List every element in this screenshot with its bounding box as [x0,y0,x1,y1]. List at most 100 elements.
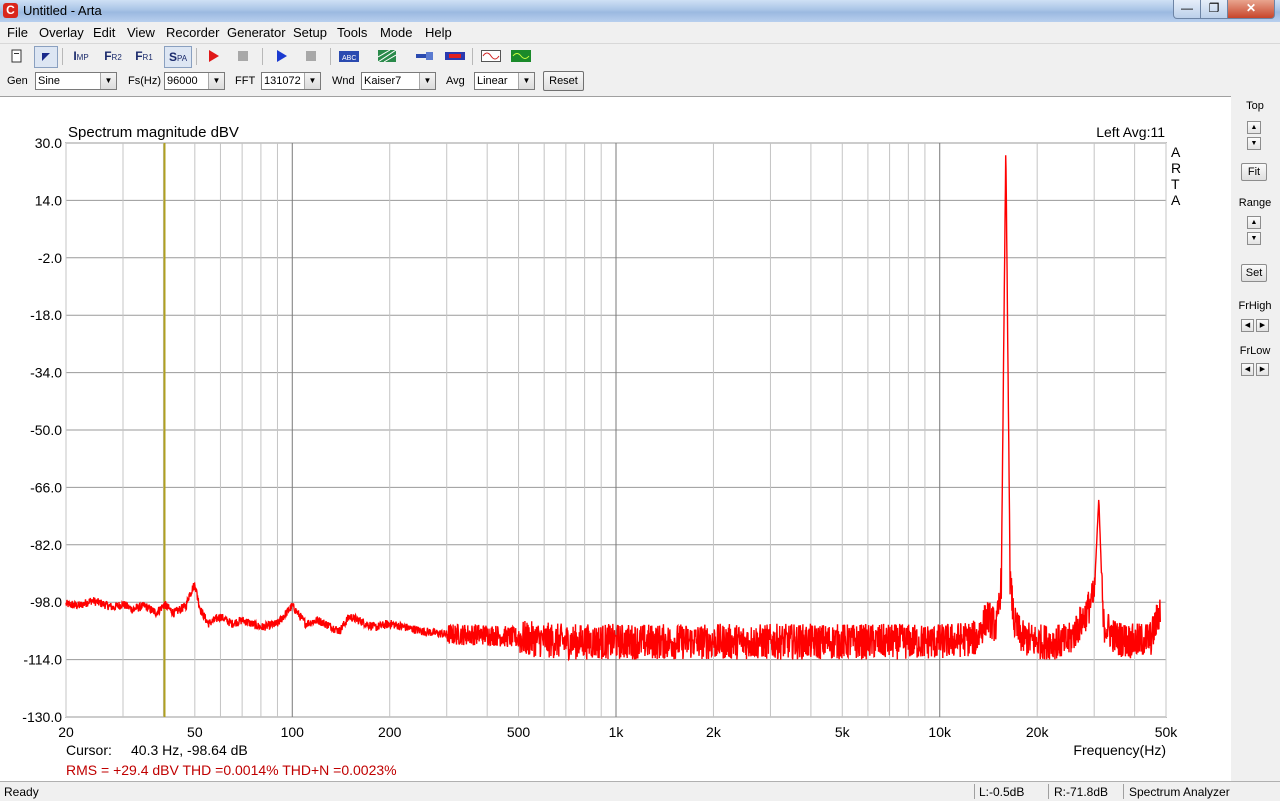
menu-bar: File Overlay Edit View Recorder Generato… [0,22,1280,42]
menu-overlay[interactable]: Overlay [39,25,84,40]
cursor-label: Cursor: [66,742,112,758]
chevron-down-icon: ▼ [518,73,534,89]
range-down-arrow-icon[interactable]: ▼ [1247,232,1261,245]
cursor-value: 40.3 Hz, -98.64 dB [131,742,248,758]
menu-help[interactable]: Help [425,25,452,40]
status-ready: Ready [4,785,39,799]
y-tick-label: -114.0 [23,652,62,668]
menu-view[interactable]: View [127,25,155,40]
chart-grid [65,142,1167,718]
y-tick-label: 14.0 [35,192,62,208]
maximize-button[interactable]: ❐ [1200,0,1228,19]
fs-select[interactable]: 96000 ▼ [164,72,225,90]
y-tick-label: -82.0 [30,537,62,553]
y-tick-label: -34.0 [30,365,62,381]
toolbar: IMP FR2 FR1 SPA ABC [0,43,1280,69]
status-left-level: L:-0.5dB [979,785,1025,799]
x-tick-label: 500 [507,724,531,740]
fr2-mode-button[interactable]: FR2 [102,46,124,66]
abc-icon[interactable]: ABC [338,46,360,66]
pointer-icon[interactable] [34,46,58,68]
x-tick-label: 200 [378,724,402,740]
record-icon[interactable] [202,46,224,66]
minimize-button[interactable]: — [1173,0,1201,19]
close-button[interactable]: ✕ [1227,0,1275,19]
measurements-readout: RMS = +29.4 dBV THD =0.0014% THD+N =0.00… [66,762,397,778]
new-file-icon[interactable] [6,46,28,66]
y-tick-label: 30.0 [35,135,62,151]
stop-icon[interactable] [300,46,322,66]
wnd-label: Wnd [332,75,355,87]
parameter-bar: Gen Sine ▼ Fs(Hz) 96000 ▼ FFT 131072 ▼ Wnd … [0,69,1280,95]
chevron-down-icon: ▼ [419,73,435,89]
gen-label: Gen [7,75,28,87]
chevron-down-icon: ▼ [304,73,320,89]
fft-select[interactable]: 131072 ▼ [261,72,321,90]
chevron-down-icon: ▼ [208,73,224,89]
top-down-arrow-icon[interactable]: ▼ [1247,137,1261,150]
stop-icon[interactable] [232,46,254,66]
set-button[interactable]: Set [1241,264,1267,282]
imp-mode-button[interactable]: IMP [70,46,92,66]
top-label: Top [1246,100,1264,112]
menu-edit[interactable]: Edit [93,25,115,40]
fs-label: Fs(Hz) [128,75,161,87]
frlow-left-arrow-icon[interactable]: ◀ [1241,363,1254,376]
frlow-right-arrow-icon[interactable]: ▶ [1256,363,1269,376]
play-icon[interactable] [270,46,292,66]
menu-setup[interactable]: Setup [293,25,327,40]
y-axis-ticks: 30.0 14.0 -2.0 -18.0 -34.0 -50.0 -66.0 -82.0 -98… [22,135,62,725]
wave-gen-icon[interactable] [510,46,532,66]
x-tick-label: 50k [1155,724,1179,740]
x-tick-label: 20k [1026,724,1050,740]
y-tick-label: -130.0 [22,709,62,725]
x-axis-ticks: 20 50 100 200 500 1k 2k 5k 10k 20k 50k [58,724,1178,740]
gen-select[interactable]: Sine ▼ [35,72,117,90]
spectrum-chart[interactable]: Spectrum magnitude dBV Left Avg:11 A R T… [0,97,1231,781]
reset-button[interactable]: Reset [543,71,584,91]
x-tick-label: 10k [928,724,952,740]
x-tick-label: 5k [835,724,851,740]
status-mode: Spectrum Analyzer [1129,785,1230,799]
range-label: Range [1238,197,1272,209]
avg-select[interactable]: Linear ▼ [474,72,535,90]
wnd-select[interactable]: Kaiser7 ▼ [361,72,436,90]
channel-info: Left Avg:11 [1096,124,1165,140]
title-bar: C Untitled - Arta — ❐ ✕ [0,0,1280,23]
arta-watermark-r: R [1171,160,1181,176]
frhigh-left-arrow-icon[interactable]: ◀ [1241,319,1254,332]
fft-label: FFT [235,75,256,87]
top-up-arrow-icon[interactable]: ▲ [1247,121,1261,134]
x-tick-label: 20 [58,724,74,740]
arta-watermark-a2: A [1171,192,1181,208]
menu-recorder[interactable]: Recorder [166,25,219,40]
chart-title: Spectrum magnitude dBV [68,124,239,141]
probe-icon[interactable] [414,46,436,66]
status-bar: Ready L:-0.5dB R:-71.8dB Spectrum Analyz… [0,781,1280,801]
arta-watermark-t: T [1171,176,1180,192]
x-tick-label: 100 [281,724,305,740]
fr1-mode-button[interactable]: FR1 [133,46,155,66]
menu-tools[interactable]: Tools [337,25,367,40]
menu-file[interactable]: File [7,25,28,40]
range-up-arrow-icon[interactable]: ▲ [1247,216,1261,229]
frhigh-right-arrow-icon[interactable]: ▶ [1256,319,1269,332]
signal-icon[interactable] [444,46,466,66]
status-right-level: R:-71.8dB [1054,785,1109,799]
x-tick-label: 2k [706,724,722,740]
svg-text:ABC: ABC [342,55,356,62]
right-panel: Top Range FrHigh FrLow [1232,96,1280,780]
menu-generator[interactable]: Generator [227,25,286,40]
grid-icon[interactable] [376,46,398,66]
spa-mode-button[interactable]: SPA [164,46,192,68]
spectrum-graph[interactable]: Spectrum magnitude dBV Left Avg:11 A R T… [0,96,1231,781]
avg-label: Avg [446,75,465,87]
sine-gen-icon[interactable] [480,46,502,66]
fit-button[interactable]: Fit [1241,163,1267,181]
x-tick-label: 1k [609,724,625,740]
y-tick-label: -2.0 [38,250,62,266]
app-icon: C [3,3,18,18]
y-tick-label: -50.0 [30,422,62,438]
arta-watermark-a: A [1171,144,1181,160]
menu-mode[interactable]: Mode [380,25,413,40]
